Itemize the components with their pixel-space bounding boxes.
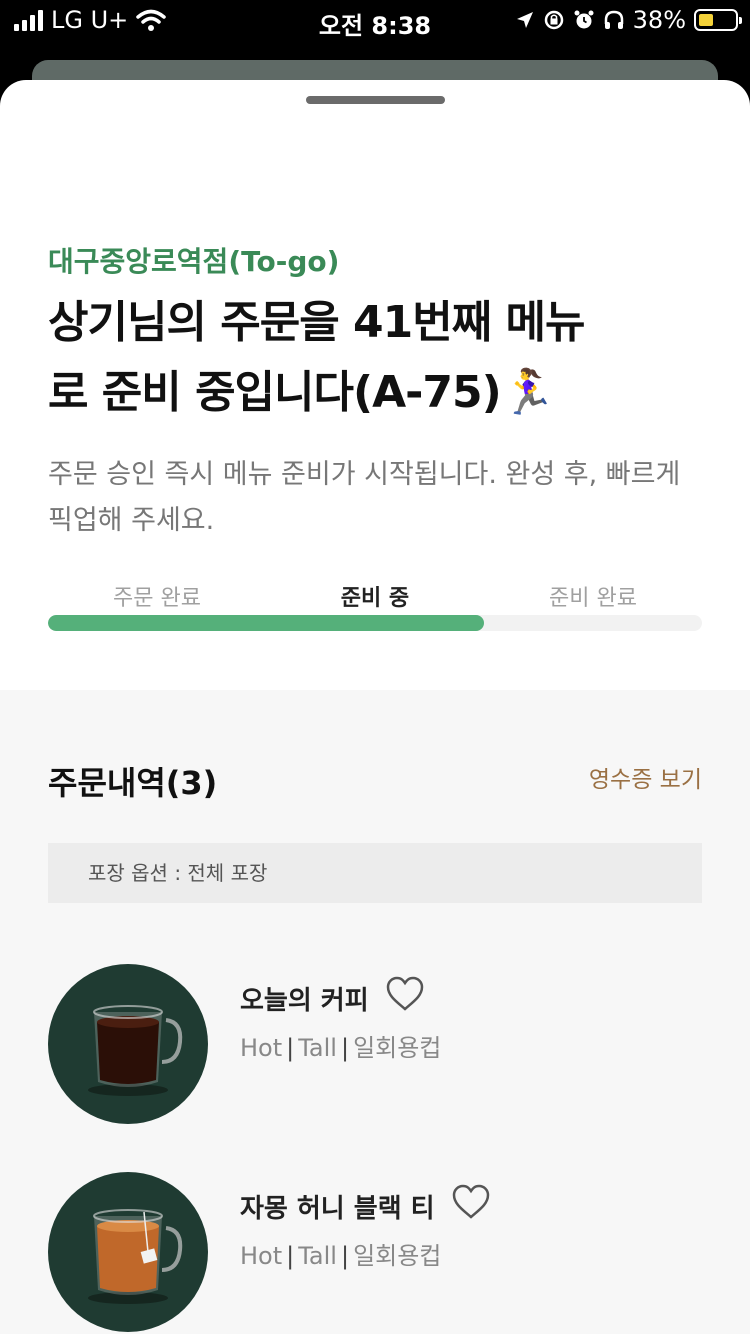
battery-icon (694, 9, 742, 31)
item-temp: Hot (240, 1242, 283, 1270)
order-headline: 상기님의 주문을 41번째 메뉴 로 준비 중입니다(A-75)🏃‍♀️ (48, 288, 708, 428)
item-size: Tall (298, 1242, 337, 1270)
progress-fill (48, 615, 485, 631)
item-temp: Hot (240, 1034, 283, 1062)
item-size: Tall (298, 1034, 337, 1062)
item-options: Hot | Tall | 일회용컵 (240, 1242, 442, 1270)
item-name: 오늘의 커피 (240, 986, 369, 1016)
progress-track (48, 615, 702, 631)
battery-level (699, 14, 713, 26)
item-cup: 일회용컵 (353, 1242, 442, 1270)
headline-line-2: 로 준비 중입니다(A-75)🏃‍♀️ (48, 367, 556, 418)
order-history-title: 주문내역(3) (48, 764, 218, 802)
heart-icon[interactable] (451, 1184, 491, 1220)
location-arrow-icon (516, 12, 533, 28)
order-subtitle: 주문 승인 즉시 메뉴 준비가 시작됩니다. 완성 후, 빠르게 픽업해 주세요… (48, 459, 681, 536)
sheet-grabber[interactable] (306, 96, 445, 104)
step-label-ready: 준비 완료 (549, 586, 637, 611)
item-cup: 일회용컵 (353, 1034, 442, 1062)
order-history-section: 주문내역(3) 영수증 보기 포장 옵션 : 전체 포장 오늘의 커피 Hot |… (0, 690, 750, 1334)
pack-option-banner: 포장 옵션 : 전체 포장 (48, 843, 702, 903)
status-bar: LG U+ 오전 8:38 38% (0, 0, 750, 42)
item-options: Hot | Tall | 일회용컵 (240, 1034, 442, 1062)
tea-mug-icon (48, 1172, 208, 1332)
headphones-icon (604, 10, 623, 29)
store-name: 대구중앙로역점(To-go) (48, 245, 340, 278)
coffee-mug-icon (48, 964, 208, 1124)
view-receipt-link[interactable]: 영수증 보기 (589, 760, 702, 794)
order-item[interactable]: 오늘의 커피 Hot | Tall | 일회용컵 (48, 964, 702, 1124)
order-item[interactable]: 자몽 허니 블랙 티 Hot | Tall | 일회용컵 (48, 1172, 702, 1332)
order-status-sheet: 대구중앙로역점(To-go) 상기님의 주문을 41번째 메뉴 로 준비 중입니… (0, 80, 750, 1334)
progress-steps: 주문 완료 준비 중 준비 완료 (48, 580, 702, 612)
heart-icon[interactable] (385, 976, 425, 1012)
item-name: 자몽 허니 블랙 티 (240, 1194, 435, 1224)
battery-percent: 38% (632, 6, 686, 34)
headline-line-1: 상기님의 주문을 41번째 메뉴 (48, 297, 585, 348)
alarm-icon (574, 10, 594, 29)
rotation-lock-icon (544, 10, 563, 30)
step-label-preparing: 준비 중 (340, 586, 410, 611)
step-label-ordered: 주문 완료 (113, 586, 201, 611)
status-right: 38% (515, 6, 742, 34)
